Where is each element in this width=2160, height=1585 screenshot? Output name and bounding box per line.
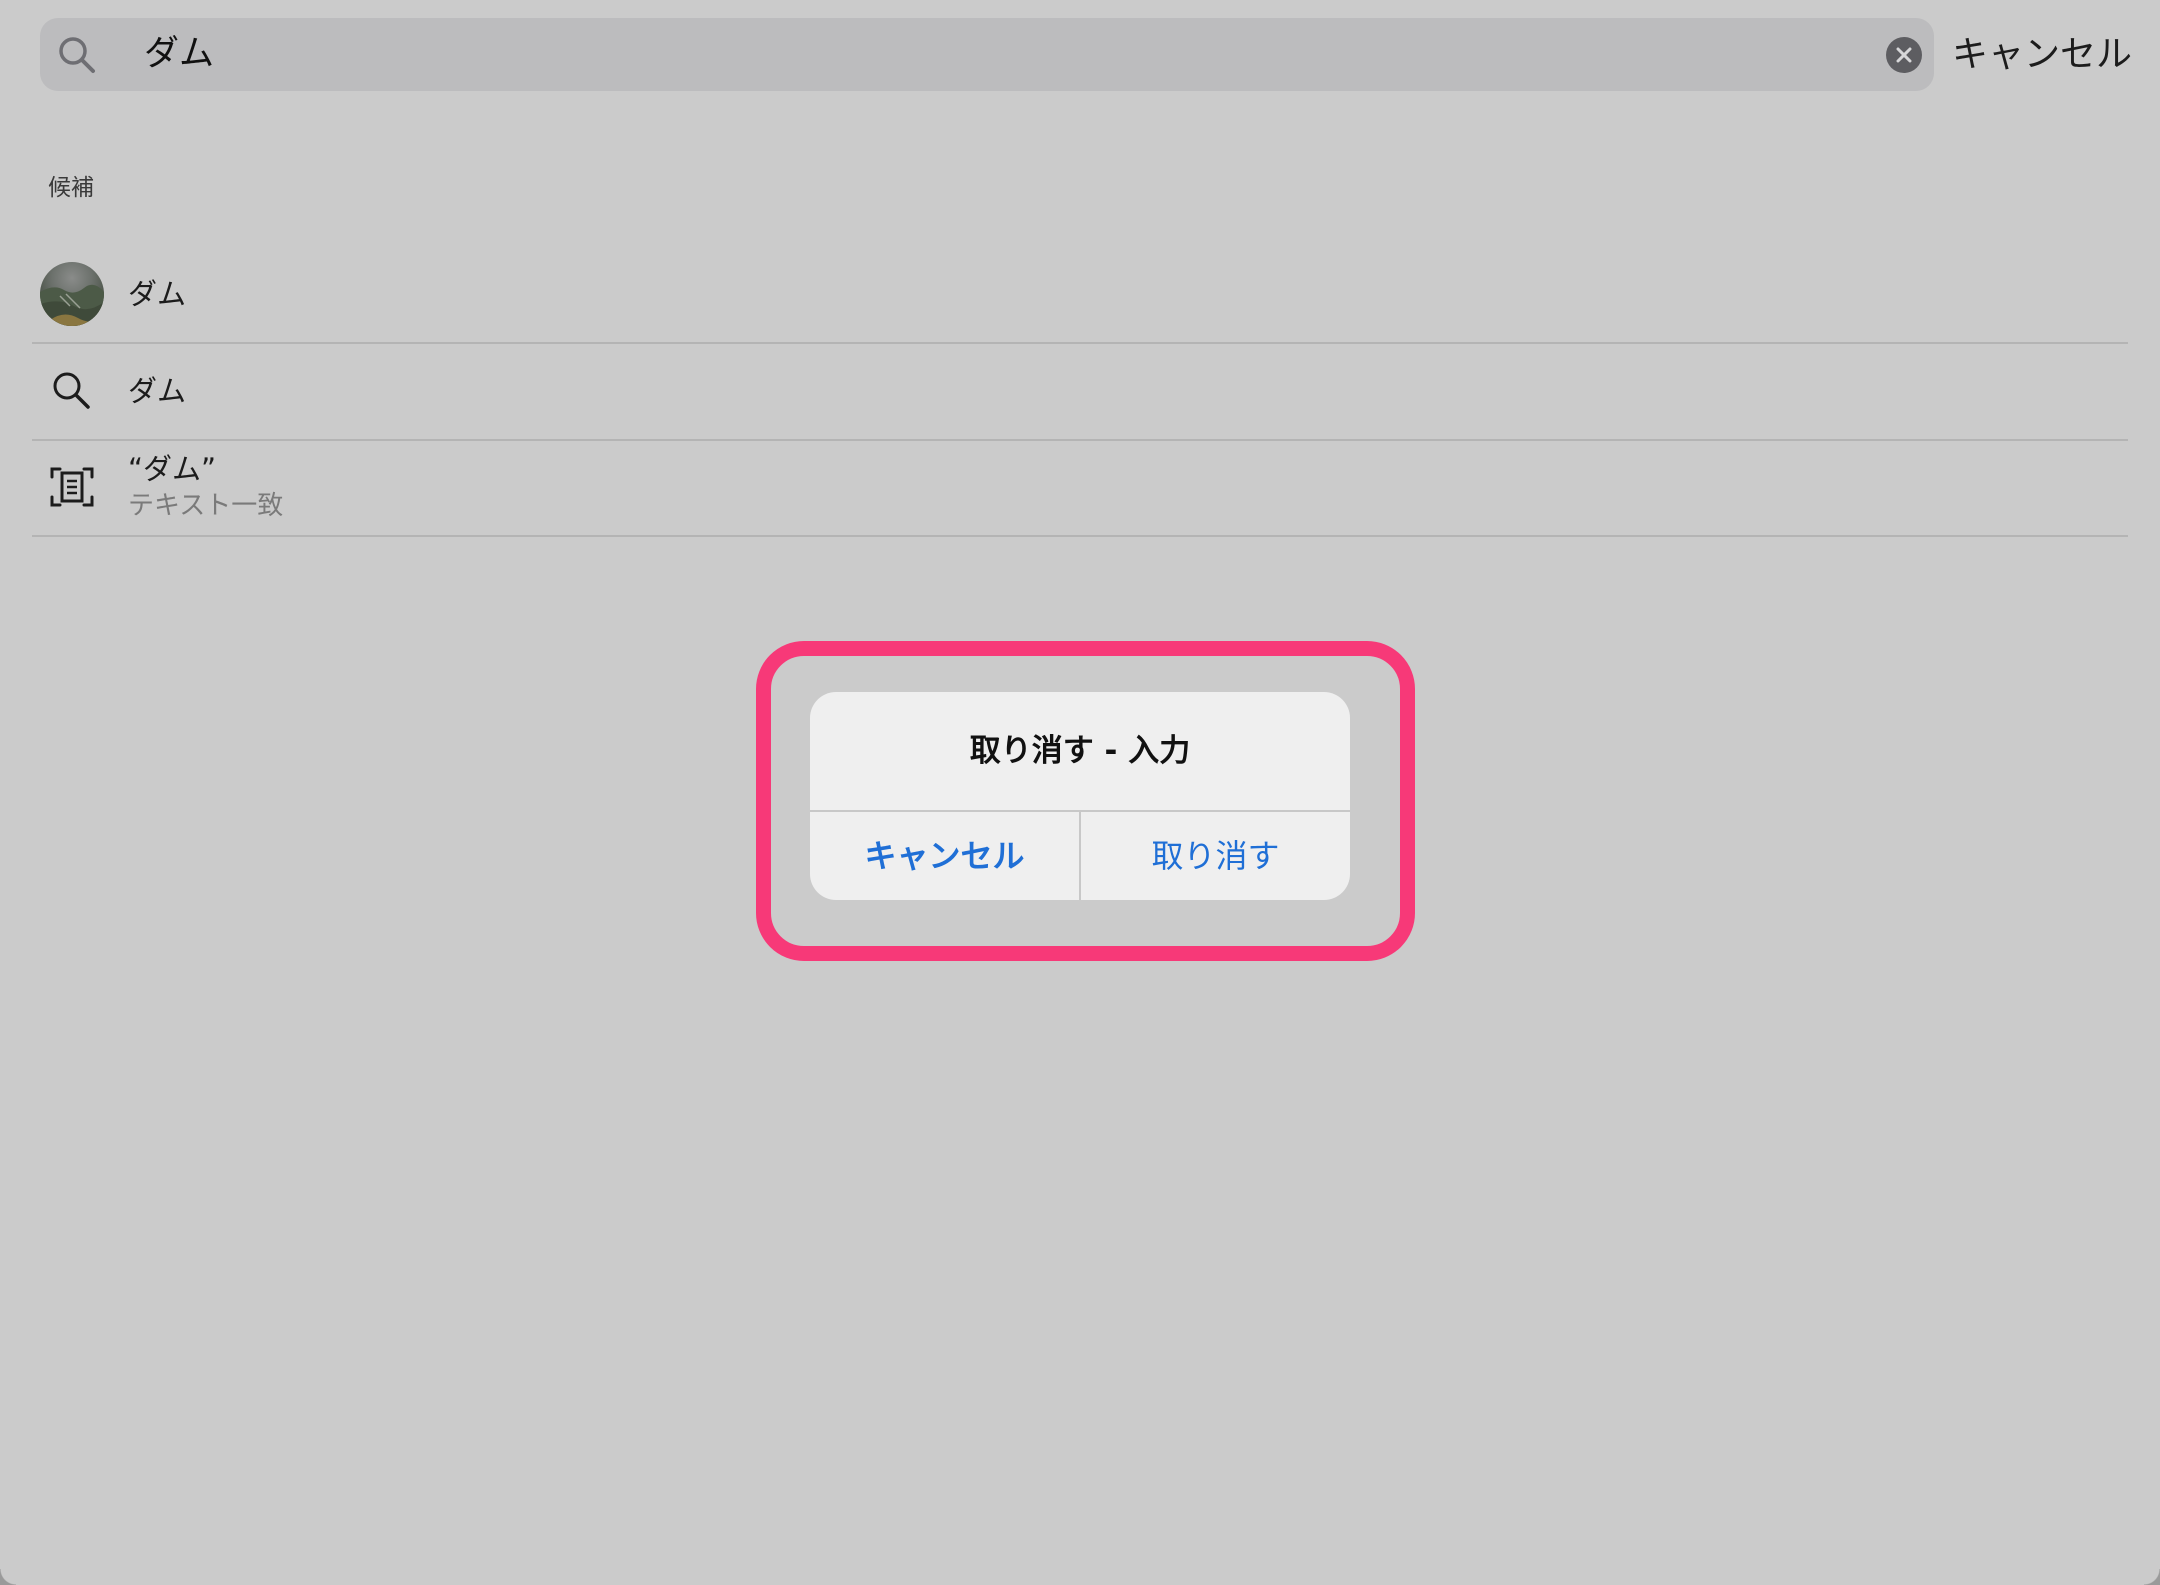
suggestion-sublabel: テキスト一致 (128, 491, 284, 521)
photo-thumbnail (40, 262, 104, 326)
suggestion-label: ダム (128, 374, 187, 408)
alert-title: 取り消す - 入力 (969, 733, 1191, 769)
search-cancel-button[interactable]: キャンセル (1952, 18, 2132, 91)
alert-cancel-button[interactable]: キャンセル (810, 812, 1079, 900)
suggestion-label: “ダム” (128, 452, 217, 486)
undo-alert-dialog: 取り消す - 入力 キャンセル 取り消す (810, 692, 1350, 900)
search-icon (48, 367, 96, 415)
clear-icon (1896, 47, 1912, 63)
screen-corner (2144, 1569, 2160, 1585)
suggestion-row-text-match[interactable]: “ダム” テキスト一致 (32, 439, 2128, 537)
section-header-suggestions: 候補 (48, 175, 94, 201)
screen-corner (0, 1569, 16, 1585)
suggestion-row-search[interactable]: ダム (32, 343, 2128, 441)
suggestion-label: ダム (128, 277, 187, 311)
search-field[interactable]: ダム (40, 18, 1934, 91)
suggestion-row-photo[interactable]: ダム (32, 246, 2128, 344)
text-scan-icon (48, 463, 96, 511)
search-icon (56, 34, 98, 76)
alert-undo-button[interactable]: 取り消す (1081, 812, 1350, 900)
clear-search-button[interactable] (1886, 37, 1922, 73)
search-input[interactable]: ダム (144, 18, 214, 91)
